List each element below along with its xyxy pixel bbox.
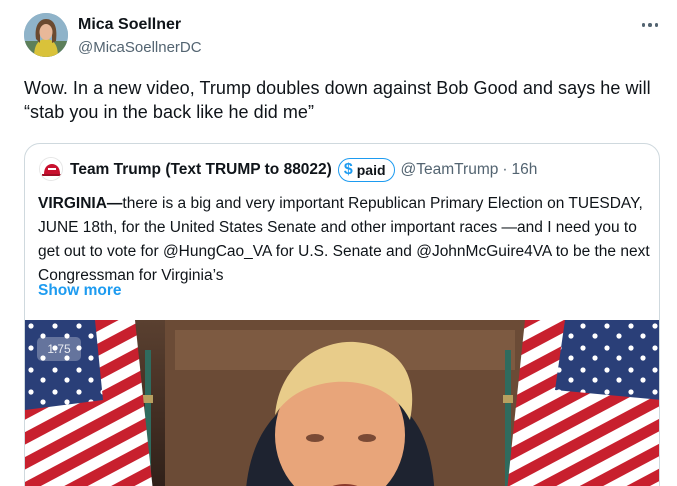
separator-dot: ·	[502, 161, 508, 178]
quoted-author-handle[interactable]: @TeamTrump	[401, 161, 499, 179]
dollar-icon: $	[343, 161, 353, 178]
video-thumbnail	[25, 320, 659, 486]
quoted-timestamp[interactable]: 16h	[512, 161, 538, 179]
author-avatar[interactable]	[24, 13, 68, 57]
quoted-tweet[interactable]: Team Trump (Text TRUMP to 88022) $ paid …	[24, 143, 660, 486]
quoted-video[interactable]: 1.75	[25, 320, 659, 486]
quoted-text: VIRGINIA—there is a big and very importa…	[38, 192, 650, 288]
quoted-text-body: there is a big and very important Republ…	[38, 195, 650, 284]
quoted-author-avatar[interactable]	[39, 157, 63, 181]
tweet[interactable]: Mica Soellner @MicaSoellnerDC Wow. In a …	[0, 0, 677, 486]
more-options-icon[interactable]	[636, 12, 664, 38]
more-dot	[641, 23, 646, 27]
maga-hat-icon	[40, 158, 62, 180]
quoted-author-name[interactable]: Team Trump (Text TRUMP to 88022)	[70, 161, 332, 179]
tweet-text: Wow. In a new video, Trump doubles down …	[24, 78, 651, 122]
paid-partnership-badge[interactable]: $ paid	[337, 158, 395, 182]
author-name[interactable]: Mica Soellner	[78, 15, 181, 35]
author-handle[interactable]: @MicaSoellnerDC	[78, 38, 202, 58]
quoted-header: Team Trump (Text TRUMP to 88022) $ paid …	[70, 158, 538, 182]
paid-label: paid	[356, 162, 386, 178]
author-avatar-image	[24, 13, 68, 57]
more-dot	[648, 23, 652, 27]
playback-speed-badge[interactable]: 1.75	[37, 337, 81, 361]
more-dot	[654, 23, 659, 27]
quoted-text-lead: VIRGINIA—	[38, 195, 123, 212]
show-more-link[interactable]: Show more	[38, 280, 122, 302]
